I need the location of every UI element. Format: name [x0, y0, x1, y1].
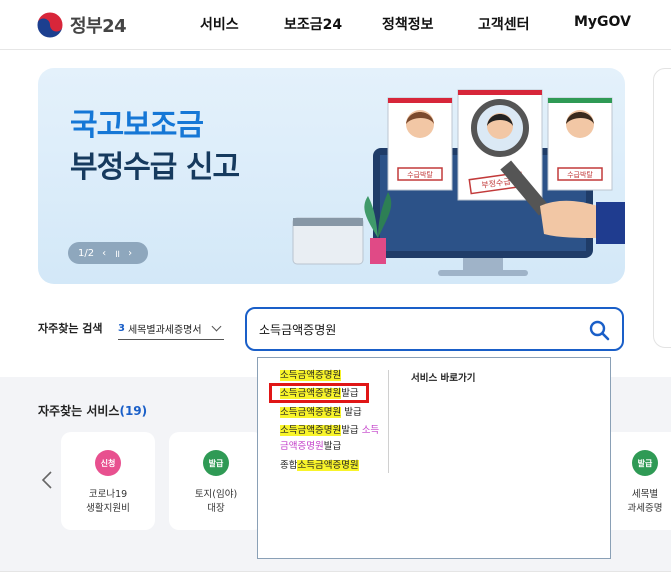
- frequent-services-title: 자주찾는 서비스(19): [38, 402, 147, 419]
- nav-customer-center[interactable]: 고객센터: [478, 14, 530, 34]
- banner-title-line1: 국고보조금: [70, 108, 204, 143]
- pager-count: 1/2: [78, 247, 95, 259]
- service-card[interactable]: 발급 토지(임야) 대장: [169, 432, 263, 530]
- frequent-search-label: 자주찾는 검색: [38, 322, 103, 335]
- service-label-line2: 대장: [207, 503, 225, 514]
- suggestion-item: 금액증명원발급: [280, 440, 341, 453]
- service-card[interactable]: 신청 코로나19 생활지원비: [61, 432, 155, 530]
- selection-highlight-box: [269, 383, 369, 403]
- chevron-down-icon: [211, 321, 222, 332]
- service-label-line1: 코로나19: [88, 489, 128, 500]
- pager-prev-button[interactable]: ‹: [102, 248, 106, 259]
- suggestion-item[interactable]: 소득금액증명원발급 소득: [280, 424, 379, 437]
- logo-text: 정부24: [70, 16, 127, 37]
- dropdown-divider: [388, 370, 389, 473]
- header: 정부24 서비스 보조금24 정책정보 고객센터 MyGOV: [0, 0, 671, 50]
- frequent-search-rank: 3: [118, 323, 125, 334]
- suggestion-item[interactable]: 종합소득금액증명원: [280, 459, 359, 472]
- stamp-left: 수급박탈: [407, 170, 433, 179]
- suggestion-text: 발급: [323, 441, 342, 452]
- nav-services[interactable]: 서비스: [200, 14, 239, 34]
- service-label-line2: 생활지원비: [86, 503, 130, 514]
- search-box: [245, 307, 624, 351]
- search-input[interactable]: [259, 319, 569, 339]
- nav-subsidy24[interactable]: 보조금24: [284, 14, 342, 34]
- suggestion-text: 소득금액증명원: [280, 407, 342, 418]
- suggestion-item[interactable]: 소득금액증명원: [280, 369, 342, 382]
- banner-pager: 1/2 ‹ ॥ ›: [68, 242, 148, 264]
- autocomplete-dropdown: 소득금액증명원 소득금액증명원발급 소득금액증명원 발급 소득금액증명원발급 소득 금액…: [257, 357, 611, 559]
- banner-title-line2: 부정수급 신고: [70, 150, 240, 185]
- search-icon[interactable]: [588, 319, 610, 341]
- side-panel-edge: [653, 68, 671, 348]
- frequent-search-value: 세목별과세증명서: [127, 325, 202, 336]
- suggestion-text: 소득금액증명원: [280, 370, 342, 381]
- suggestion-text: 소득금액증명원: [297, 460, 359, 471]
- hero-banner[interactable]: 국고보조금 부정수급 신고 1/2 ‹ ॥ › 수급박탈 부정수급 수급박탈: [38, 68, 625, 284]
- service-shortcut-title: 서비스 바로가기: [411, 373, 476, 384]
- taegeuk-logo-icon: [36, 11, 64, 39]
- pager-next-button[interactable]: ›: [128, 248, 132, 259]
- service-badge: 발급: [203, 450, 229, 476]
- suggestion-text: 종합: [280, 460, 298, 471]
- suggestion-item[interactable]: 소득금액증명원 발급: [280, 406, 362, 419]
- service-badge: 신청: [95, 450, 121, 476]
- nav-mygov[interactable]: MyGOV: [574, 14, 631, 30]
- pager-pause-button[interactable]: ॥: [114, 246, 120, 260]
- frequent-services-title-text: 자주찾는 서비스: [38, 404, 120, 418]
- suggestion-text: 발급: [341, 425, 362, 436]
- suggestion-text: 소득: [361, 425, 380, 436]
- banner-illustration: 수급박탈 부정수급 수급박탈: [292, 89, 625, 276]
- nav-policy-info[interactable]: 정책정보: [382, 14, 434, 34]
- frequent-search-select[interactable]: 3 세목별과세증명서: [118, 318, 224, 340]
- service-badge: 발급: [632, 450, 658, 476]
- footer-edge: [0, 571, 671, 581]
- frequent-services-count: (19): [119, 404, 148, 418]
- suggestion-text: 발급: [341, 407, 362, 418]
- service-label-line1: 토지(임야): [194, 489, 238, 500]
- suggestion-text: 금액증명원: [280, 441, 324, 452]
- chevron-left-icon[interactable]: [40, 470, 54, 490]
- suggestion-text: 소득금액증명원: [280, 425, 342, 436]
- logo[interactable]: 정부24: [36, 10, 156, 40]
- stamp-right: 수급박탈: [567, 170, 593, 179]
